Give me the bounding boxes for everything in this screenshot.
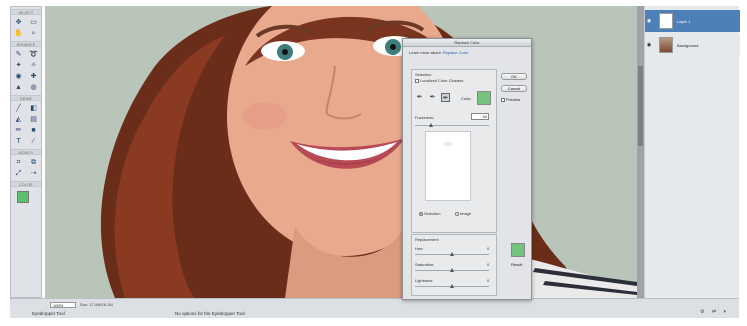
learn-more-line: Learn more about: Replace Color (409, 50, 468, 55)
lightness-label: Lightness: (415, 278, 434, 283)
tools-section-draw: DRAW (11, 95, 41, 101)
tools-section-enhance: ENHANCE (11, 41, 41, 47)
tools-panel: SELECT ✥ ▭ ✋ ⌕ ENHANCE ✎ ➰ ✦ ✧ ◉ ✚ ▲ ◍ DRAW ╱ ◧… (10, 6, 42, 298)
layer-name: Background (677, 42, 699, 48)
radio-unselected-icon[interactable] (455, 211, 459, 216)
ok-button[interactable]: OK (501, 73, 527, 80)
eraser-tool-icon[interactable]: ◧ (29, 105, 38, 113)
shape-tool-icon[interactable]: ■ (29, 127, 38, 135)
selection-color-swatch[interactable] (477, 91, 491, 105)
hue-slider[interactable] (415, 252, 489, 256)
status-bar-icons[interactable]: ⚙ ⇄ ▾ (700, 309, 729, 315)
eyedropper-tool-icon[interactable]: ✎ (14, 51, 23, 59)
visibility-eye-icon[interactable]: ◉ (645, 42, 653, 48)
lightness-value[interactable]: 0 (487, 278, 489, 283)
preview-mask (444, 142, 452, 146)
marquee-tool-icon[interactable]: ▭ (29, 19, 38, 27)
eyedropper-icon[interactable]: ✒ (415, 93, 424, 102)
lightness-slider-knob[interactable] (450, 284, 454, 288)
fuzziness-input[interactable]: 40 (471, 113, 489, 120)
cancel-button[interactable]: Cancel (501, 85, 527, 92)
preview-checkbox[interactable]: Preview (501, 97, 520, 102)
layer-name: Layer 1 (677, 18, 691, 24)
photo-portrait (45, 6, 637, 298)
pencil-tool-icon[interactable]: ✏ (14, 127, 23, 135)
radio-selected-icon[interactable] (419, 211, 423, 216)
layers-panel: ◉ Layer 1 ◉ Background (644, 6, 740, 298)
zoom-tool-icon[interactable]: ⌕ (29, 30, 38, 38)
saturation-slider-knob[interactable] (450, 268, 454, 272)
localized-color-clusters-label: Localized Color Clusters (420, 78, 464, 83)
result-label: Result (511, 262, 523, 267)
fuzziness-label: Fuzziness: (415, 115, 435, 120)
learn-more-link[interactable]: Replace Color (443, 50, 468, 55)
fuzziness-slider-knob[interactable] (429, 123, 433, 127)
tools-section-select: SELECT (11, 9, 41, 15)
layer-thumbnail (659, 13, 673, 29)
type-tool-icon[interactable]: T (14, 138, 23, 146)
add-to-sample-eyedropper-icon[interactable]: ✒ (428, 93, 437, 102)
status-bar: 100% Doc: 17.0M/16.1M Eyedropper Tool No… (10, 298, 739, 318)
selection-group-label: Selection (415, 72, 432, 77)
tool-options-text: No options for the Eyedropper Tool. (175, 311, 246, 316)
document-info: Doc: 17.0M/16.1M (80, 302, 113, 307)
healing-tool-icon[interactable]: ✚ (29, 73, 38, 81)
result-color-swatch[interactable] (511, 243, 525, 257)
saturation-label: Saturation: (415, 262, 435, 267)
sponge-tool-icon[interactable]: ◍ (29, 84, 38, 92)
subtract-from-sample-eyedropper-icon[interactable]: ✒ (441, 93, 450, 102)
tools-section-color: COLOR (11, 181, 41, 187)
visibility-eye-icon[interactable]: ◉ (645, 18, 653, 24)
hue-label: Hue: (415, 246, 424, 251)
paint-bucket-tool-icon[interactable]: ◭ (14, 116, 23, 124)
lightness-slider[interactable] (415, 284, 489, 288)
saturation-value[interactable]: 0 (487, 262, 489, 267)
fuzziness-slider[interactable] (415, 123, 489, 127)
crop-tool-icon[interactable]: ⌗ (14, 159, 23, 167)
foreground-color-swatch[interactable] (17, 191, 29, 203)
gradient-tool-icon[interactable]: ▤ (29, 116, 38, 124)
brush-tool-icon[interactable]: ╱ (14, 105, 23, 113)
learn-more-prefix: Learn more about: (409, 50, 442, 55)
color-swatches[interactable] (13, 189, 39, 213)
lasso-tool-icon[interactable]: ➰ (29, 51, 38, 59)
dialog-title: Replace Color (403, 39, 531, 47)
tools-section-modify: MODIFY (11, 149, 41, 155)
clone-stamp-tool-icon[interactable]: ▲ (14, 84, 23, 92)
recompose-tool-icon[interactable]: ⧉ (29, 159, 38, 167)
replacement-group-label: Replacement (415, 237, 439, 242)
saturation-slider[interactable] (415, 268, 489, 272)
content-move-tool-icon[interactable]: ⇢ (29, 170, 38, 178)
replace-color-dialog: Replace Color Learn more about: Replace … (402, 38, 532, 300)
straighten-tool-icon[interactable]: ⤢ (14, 170, 23, 178)
color-label: Color: (461, 96, 472, 101)
localized-color-clusters-checkbox[interactable]: Localized Color Clusters (415, 78, 463, 83)
move-tool-icon[interactable]: ✥ (14, 19, 23, 27)
hue-value[interactable]: 0 (487, 246, 489, 251)
magic-wand-tool-icon[interactable]: ✧ (29, 62, 38, 70)
layer-thumbnail (659, 37, 673, 53)
zoom-level-field[interactable]: 100% (50, 302, 76, 308)
image-radio[interactable]: Image (455, 211, 471, 216)
checkbox-icon[interactable] (501, 97, 505, 102)
layer-row-layer-1[interactable]: ◉ Layer 1 (645, 10, 740, 32)
active-tool-name: Eyedropper Tool (32, 311, 65, 316)
checkbox-icon[interactable] (415, 78, 419, 83)
eyedropper-tools: ✒ ✒ ✒ (415, 93, 450, 102)
quick-selection-tool-icon[interactable]: ✦ (14, 62, 23, 70)
image-radio-label: Image (460, 211, 472, 216)
selection-radio[interactable]: Selection (419, 211, 440, 216)
preview-label: Preview (506, 97, 521, 102)
scrollbar-thumb[interactable] (638, 66, 643, 146)
selection-radio-label: Selection (424, 211, 441, 216)
hand-tool-icon[interactable]: ✋ (14, 30, 23, 38)
photo-editor-window: SELECT ✥ ▭ ✋ ⌕ ENHANCE ✎ ➰ ✦ ✧ ◉ ✚ ▲ ◍ DRAW ╱ ◧… (0, 0, 747, 326)
canvas-scrollbar[interactable] (637, 6, 644, 298)
selection-preview (425, 131, 471, 201)
image-canvas[interactable] (45, 6, 637, 298)
hue-slider-knob[interactable] (450, 252, 454, 256)
layer-row-background[interactable]: ◉ Background (645, 34, 740, 56)
red-eye-tool-icon[interactable]: ◉ (14, 73, 23, 81)
blur-tool-icon[interactable]: ⁄ (29, 138, 38, 146)
